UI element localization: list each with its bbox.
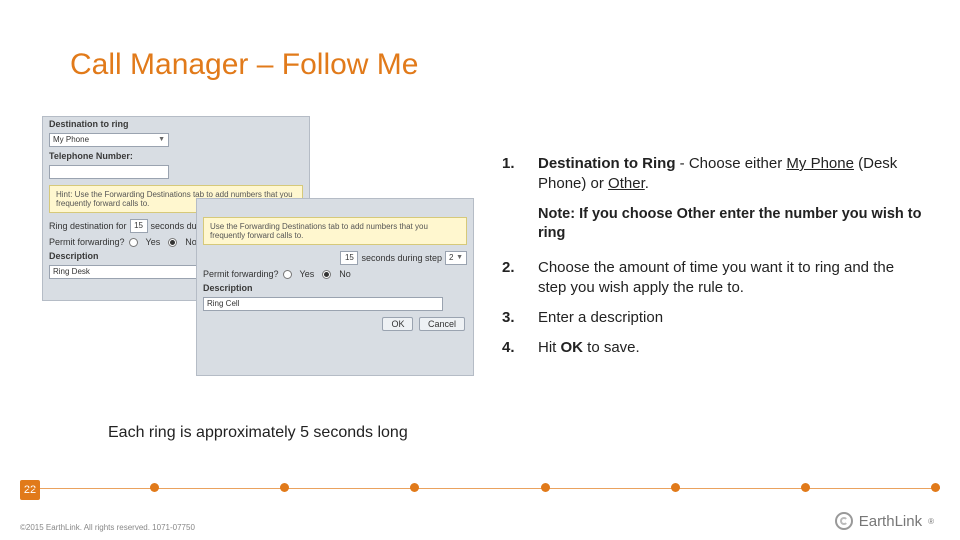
ring-mid-front: seconds during step [361,253,442,263]
brand-name: EarthLink [859,513,922,530]
dot-icon [280,483,289,492]
step-number: 2. [502,258,538,299]
hint-box-front: Use the Forwarding Destinations tab to a… [203,217,467,245]
permit-yes-text: Yes [146,237,161,247]
dot-icon [150,483,159,492]
step-1-opt1: My Phone [786,155,854,172]
ring-step-select-front[interactable]: 2 [445,251,467,265]
dialog-screenshot-front: Use the Forwarding Destinations tab to a… [196,198,474,376]
permit-no-text: No [185,237,197,247]
telephone-label: Telephone Number: [49,151,133,161]
step-4-pre: Hit [538,339,561,356]
step-4-bold: OK [561,339,584,356]
ok-button-front[interactable]: OK [382,317,413,331]
step-number: 3. [502,308,538,328]
cancel-button-front[interactable]: Cancel [419,317,465,331]
destination-label: Destination to ring [49,119,129,129]
brand-logo: EarthLink® [835,512,934,530]
dot-icon [801,483,810,492]
description-label: Description [49,251,99,261]
permit-label-front: Permit forwarding? [203,269,279,279]
step-1-bold: Destination to Ring [538,155,680,172]
step-3: 3. Enter a description [502,308,922,328]
permit-no-text-front: No [339,269,351,279]
permit-yes-radio[interactable] [129,238,138,247]
step-1-tail: . [645,175,649,192]
step-3-text: Enter a description [538,308,922,328]
step-number: 1. [502,154,538,195]
copyright-text: ©2015 EarthLink. All rights reserved. 10… [20,523,195,532]
dot-icon [931,483,940,492]
slide-title: Call Manager – Follow Me [70,48,418,82]
permit-yes-radio-front[interactable] [283,270,292,279]
step-2: 2. Choose the amount of time you want it… [502,258,922,299]
step-4: 4. Hit OK to save. [502,338,922,358]
permit-yes-text-front: Yes [300,269,315,279]
timing-note: Each ring is approximately 5 seconds lon… [108,424,408,442]
ring-seconds-input[interactable]: 15 [130,219,148,233]
step-4-tail: to save. [583,339,640,356]
step-1-mid: - Choose either [680,155,787,172]
dot-icon [671,483,680,492]
step-2-text: Choose the amount of time you want it to… [538,258,922,299]
instruction-list: 1. Destination to Ring - Choose either M… [502,154,922,369]
step-note: Note: If you choose Other enter the numb… [538,205,922,244]
permit-label: Permit forwarding? [49,237,125,247]
dot-icon [541,483,550,492]
ring-seconds-input-front[interactable]: 15 [340,251,358,265]
telephone-input[interactable] [49,165,169,179]
permit-no-radio[interactable] [168,238,177,247]
step-1: 1. Destination to Ring - Choose either M… [502,154,922,195]
slide-footer: 22 ©2015 EarthLink. All rights reserved.… [0,480,960,540]
permit-no-radio-front[interactable] [322,270,331,279]
ring-prefix: Ring destination for [49,221,127,231]
footer-dots [20,483,940,492]
dot-icon [410,483,419,492]
step-1-opt2: Other [608,175,645,192]
destination-select[interactable]: My Phone [49,133,169,147]
description-label-front: Description [203,283,253,293]
description-input-front[interactable]: Ring Cell [203,297,443,311]
step-number: 4. [502,338,538,358]
earthlink-icon [835,512,853,530]
